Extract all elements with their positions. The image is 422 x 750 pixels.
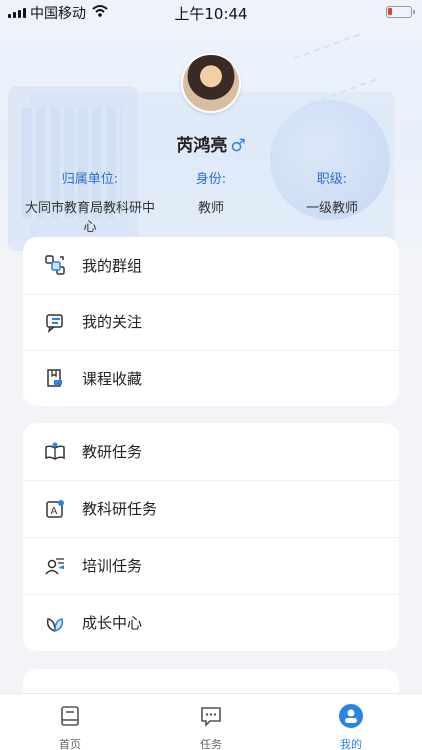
course-favorite-icon bbox=[47, 369, 62, 387]
info-organization-value: 大同市教育局教科研中心 bbox=[24, 201, 155, 235]
info-organization: 归属单位: 大同市教育局教科研中心 bbox=[20, 168, 160, 237]
menu-item-label: 教科研任务 bbox=[82, 500, 158, 518]
status-time: 上午10:44 bbox=[174, 5, 248, 23]
battery-icon bbox=[386, 6, 415, 18]
menu-item-label: 教研任务 bbox=[82, 443, 143, 461]
tab-label: 我的 bbox=[340, 738, 362, 750]
male-gender-icon: ♂ bbox=[230, 136, 246, 156]
info-organization-label: 归属单位: bbox=[61, 172, 119, 187]
profile-icon bbox=[339, 704, 363, 728]
group-icon bbox=[45, 255, 65, 275]
info-identity: 身份: 教师 bbox=[141, 168, 281, 218]
status-bar: 中国移动 上午10:44 bbox=[0, 0, 422, 26]
info-rank-label: 职级: bbox=[316, 172, 348, 187]
task-icon bbox=[201, 707, 221, 727]
info-identity-label: 身份: bbox=[195, 172, 227, 187]
menu-card-tasks: 教研任务 A 教科研任务 培训任务 成长中心 bbox=[23, 423, 399, 651]
tab-label: 任务 bbox=[200, 738, 222, 750]
follow-icon bbox=[46, 314, 63, 333]
menu-item-training-tasks[interactable]: 培训任务 bbox=[23, 537, 399, 594]
tab-tasks[interactable]: 任务 bbox=[181, 704, 241, 750]
info-rank-value: 一级教师 bbox=[305, 201, 358, 216]
tab-bar: 首页 任务 我的 bbox=[0, 693, 422, 750]
profile-name-row: 芮鸿亮 ♂ bbox=[0, 131, 422, 156]
menu-item-label: 培训任务 bbox=[82, 557, 143, 575]
research-task-icon bbox=[45, 442, 65, 460]
menu-item-label: 我的关注 bbox=[82, 313, 143, 332]
menu-item-science-research-tasks[interactable]: A 教科研任务 bbox=[23, 480, 399, 537]
menu-item-course-favorites[interactable]: 课程收藏 bbox=[23, 350, 399, 407]
menu-card-personal: 我的群组 我的关注 课程收藏 bbox=[23, 237, 399, 406]
menu-item-label: 成长中心 bbox=[82, 614, 143, 632]
info-identity-value: 教师 bbox=[197, 201, 224, 216]
avatar[interactable] bbox=[181, 53, 241, 113]
science-research-task-icon: A bbox=[46, 499, 64, 518]
menu-item-label: 我的群组 bbox=[82, 256, 143, 275]
home-icon bbox=[61, 706, 79, 726]
svg-text:A: A bbox=[51, 506, 58, 517]
tab-label: 首页 bbox=[59, 738, 81, 750]
training-task-icon bbox=[45, 557, 64, 575]
menu-item-growth-center[interactable]: 成长中心 bbox=[23, 594, 399, 651]
menu-item-label: 课程收藏 bbox=[82, 369, 143, 388]
menu-item-research-tasks[interactable]: 教研任务 bbox=[23, 423, 399, 480]
growth-center-icon bbox=[46, 617, 64, 632]
menu-item-my-groups[interactable]: 我的群组 bbox=[23, 237, 399, 294]
menu-item-my-follows[interactable]: 我的关注 bbox=[23, 293, 399, 351]
tab-profile[interactable]: 我的 bbox=[321, 704, 381, 750]
info-rank: 职级: 一级教师 bbox=[262, 168, 402, 218]
profile-name: 芮鸿亮 bbox=[176, 136, 228, 156]
tab-home[interactable]: 首页 bbox=[40, 704, 100, 750]
